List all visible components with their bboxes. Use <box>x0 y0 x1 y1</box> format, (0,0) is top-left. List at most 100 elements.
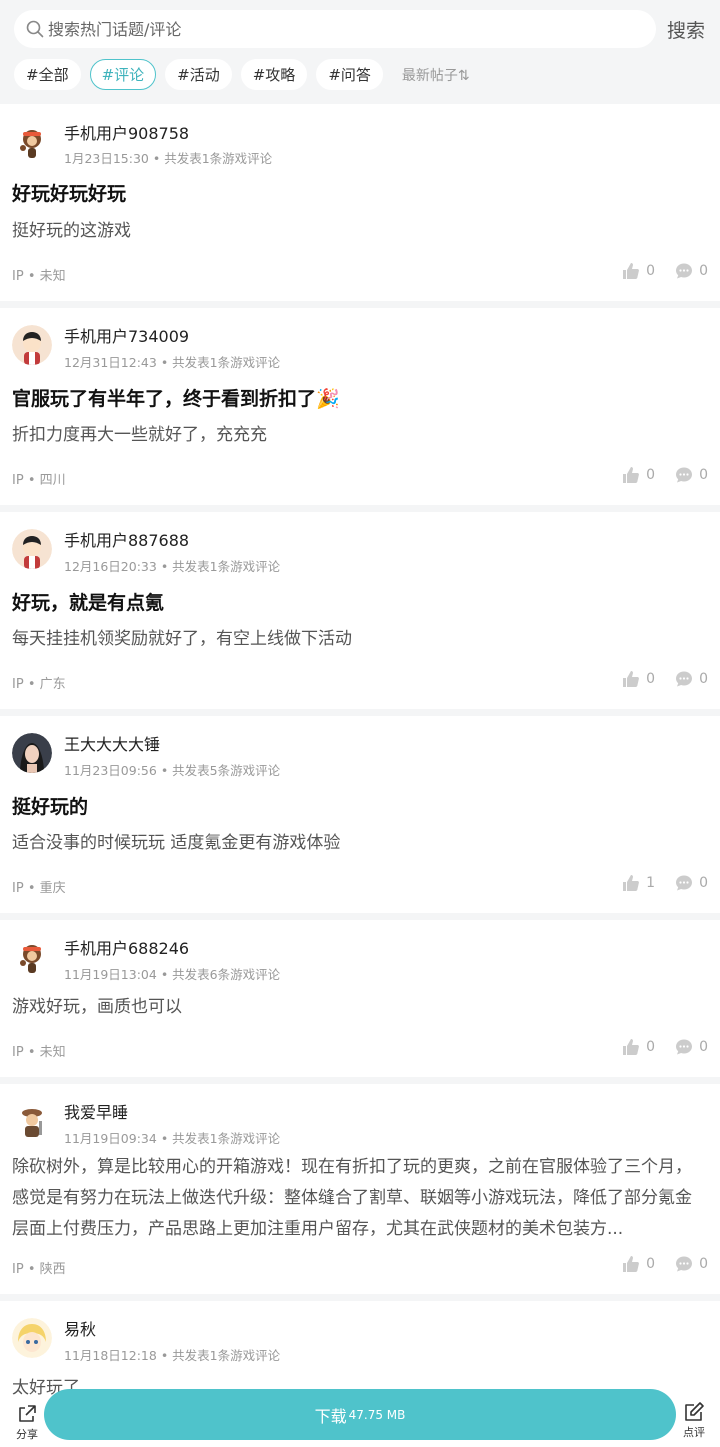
post-actions: 0 0 <box>622 670 708 688</box>
post-actions: 1 0 <box>622 874 708 892</box>
like-button[interactable]: 0 <box>622 1038 655 1056</box>
post-time: 1月23日15:30 <box>64 151 149 166</box>
comment-icon <box>676 671 693 687</box>
like-count: 0 <box>646 1039 656 1055</box>
post-list: 手机用户908758 1月23日15:30 • 共发表1条游戏评论 好玩好玩好玩… <box>0 104 720 1447</box>
ip-value: 未知 <box>39 269 66 284</box>
ip-location: IP • 陕西 <box>12 1262 66 1277</box>
thumbs-up-icon <box>623 1039 640 1055</box>
comment-count: 0 <box>699 671 708 687</box>
post-time: 11月18日12:18 <box>64 1348 157 1363</box>
review-count: 共发表1条游戏评论 <box>172 1131 281 1146</box>
post-content: 每天挂挂机领奖励就好了，有空上线做下活动 <box>12 629 352 649</box>
ip-location: IP • 广东 <box>12 677 66 692</box>
search-icon <box>26 20 44 38</box>
list-item[interactable]: 我爱早睡 11月19日09:34 • 共发表1条游戏评论 除砍树外，算是比较用心… <box>0 1084 720 1294</box>
tag-all[interactable]: #全部 <box>14 59 81 90</box>
comment-button[interactable]: 0 <box>675 466 708 484</box>
like-button[interactable]: 1 <box>622 874 655 892</box>
post-title: 好玩好玩好玩 <box>12 183 127 205</box>
post-meta: 11月19日09:34 • 共发表1条游戏评论 <box>64 1131 281 1146</box>
anime-avatar[interactable] <box>12 1318 52 1358</box>
download-label: 下载 <box>314 1406 347 1426</box>
ip-prefix: IP <box>12 1045 24 1060</box>
download-size: 47.75 MB <box>348 1407 406 1422</box>
thumbs-up-icon <box>623 671 640 687</box>
monkey-avatar[interactable] <box>12 937 52 977</box>
ip-prefix: IP <box>12 269 24 284</box>
review-count: 共发表6条游戏评论 <box>172 967 281 982</box>
tag-activity[interactable]: #活动 <box>165 59 232 90</box>
ip-value: 四川 <box>39 473 66 488</box>
review-count: 共发表1条游戏评论 <box>172 559 281 574</box>
boy-avatar[interactable] <box>12 529 52 569</box>
top-bar: 搜索 #全部 #评论 #活动 #攻略 #问答 最新帖子⇅ <box>0 0 720 104</box>
share-button[interactable]: 分享 <box>12 1403 42 1442</box>
post-actions: 0 0 <box>622 262 708 280</box>
list-item[interactable]: 手机用户887688 12月16日20:33 • 共发表1条游戏评论 好玩，就是… <box>0 512 720 709</box>
bottom-bar: 分享 下载 47.75 MB 点评 <box>0 1387 720 1447</box>
post-meta: 11月23日09:56 • 共发表5条游戏评论 <box>64 763 281 778</box>
like-button[interactable]: 0 <box>622 670 655 688</box>
username[interactable]: 我爱早睡 <box>64 1099 128 1123</box>
comment-count: 0 <box>699 263 708 279</box>
tag-guide[interactable]: #攻略 <box>240 59 308 90</box>
search-box[interactable] <box>14 10 656 48</box>
monkey-avatar[interactable] <box>12 122 52 162</box>
username[interactable]: 手机用户887688 <box>64 527 189 551</box>
share-icon <box>19 1405 36 1422</box>
ip-location: IP • 未知 <box>12 269 66 284</box>
username[interactable]: 王大大大大锤 <box>64 731 160 755</box>
like-count: 1 <box>646 875 656 891</box>
thumbs-up-icon <box>623 1256 640 1272</box>
list-item[interactable]: 手机用户734009 12月31日12:43 • 共发表1条游戏评论 官服玩了有… <box>0 308 720 505</box>
like-count: 0 <box>646 263 656 279</box>
post-meta: 12月16日20:33 • 共发表1条游戏评论 <box>64 559 281 574</box>
comment-button[interactable]: 0 <box>675 1038 708 1056</box>
post-meta: 11月18日12:18 • 共发表1条游戏评论 <box>64 1348 281 1363</box>
sort-dropdown[interactable]: 最新帖子⇅ <box>402 65 470 85</box>
comment-button[interactable]: 0 <box>675 262 708 280</box>
ip-prefix: IP <box>12 881 24 896</box>
comment-button[interactable]: 0 <box>675 874 708 892</box>
girl-photo-avatar[interactable] <box>12 733 52 773</box>
ip-value: 重庆 <box>39 881 66 896</box>
like-button[interactable]: 0 <box>622 466 655 484</box>
comment-count: 0 <box>699 1256 708 1272</box>
comment-count: 0 <box>699 1039 708 1055</box>
post-time: 12月31日12:43 <box>64 355 157 370</box>
tag-review[interactable]: #评论 <box>89 59 157 90</box>
thumbs-up-icon <box>623 263 640 279</box>
comment-button[interactable]: 0 <box>675 1255 708 1273</box>
like-button[interactable]: 0 <box>622 262 655 280</box>
list-item[interactable]: 手机用户688246 11月19日13:04 • 共发表6条游戏评论 游戏好玩，… <box>0 920 720 1077</box>
post-content: 折扣力度再大一些就好了，充充充 <box>12 425 267 445</box>
review-count: 共发表1条游戏评论 <box>164 151 273 166</box>
search-input[interactable] <box>48 19 608 39</box>
warrior-avatar[interactable] <box>12 1101 52 1141</box>
post-actions: 0 0 <box>622 1038 708 1056</box>
review-button[interactable]: 点评 <box>680 1401 708 1440</box>
list-item[interactable]: 王大大大大锤 11月23日09:56 • 共发表5条游戏评论 挺好玩的 适合没事… <box>0 716 720 913</box>
username[interactable]: 手机用户688246 <box>64 935 189 959</box>
username[interactable]: 手机用户734009 <box>64 323 189 347</box>
ip-prefix: IP <box>12 677 24 692</box>
username[interactable]: 易秋 <box>64 1316 96 1340</box>
boy-avatar[interactable] <box>12 325 52 365</box>
list-item[interactable]: 手机用户908758 1月23日15:30 • 共发表1条游戏评论 好玩好玩好玩… <box>0 104 720 301</box>
comment-button[interactable]: 0 <box>675 670 708 688</box>
search-button[interactable]: 搜索 <box>667 16 705 43</box>
username[interactable]: 手机用户908758 <box>64 120 189 144</box>
thumbs-up-icon <box>623 467 640 483</box>
download-button[interactable]: 下载 47.75 MB <box>44 1389 676 1440</box>
post-content: 除砍树外，算是比较用心的开箱游戏！现在有折扣了玩的更爽，之前在官服体验了三个月，… <box>12 1157 692 1239</box>
tag-filter-bar: #全部 #评论 #活动 #攻略 #问答 最新帖子⇅ <box>14 59 470 90</box>
post-content: 挺好玩的这游戏 <box>12 221 131 241</box>
like-button[interactable]: 0 <box>622 1255 655 1273</box>
post-actions: 0 0 <box>622 1255 708 1273</box>
ip-location: IP • 未知 <box>12 1045 66 1060</box>
tag-qa[interactable]: #问答 <box>316 59 383 90</box>
ip-location: IP • 重庆 <box>12 881 66 896</box>
post-meta: 1月23日15:30 • 共发表1条游戏评论 <box>64 151 273 166</box>
ip-prefix: IP <box>12 473 24 488</box>
